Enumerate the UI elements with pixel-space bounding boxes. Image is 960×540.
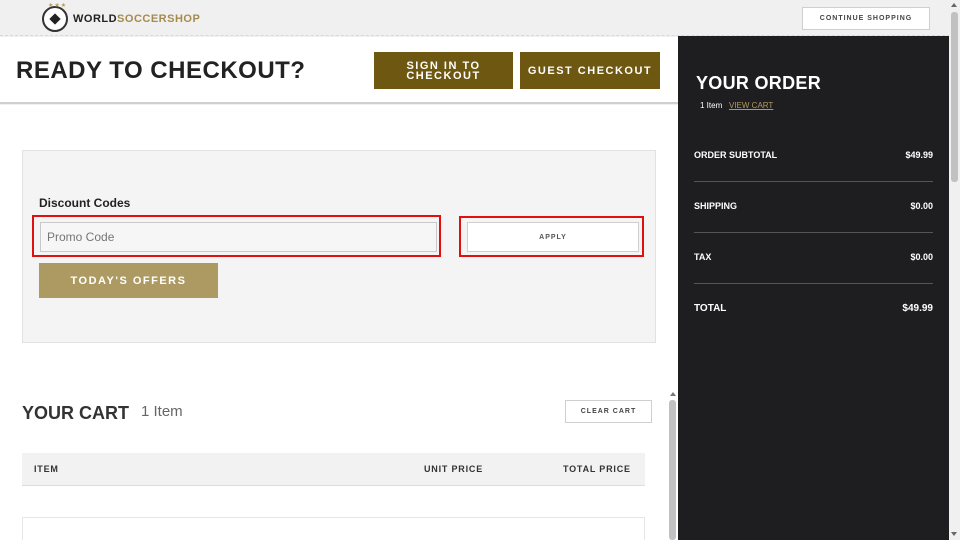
- view-cart-link[interactable]: VIEW CART: [729, 101, 773, 110]
- main-scrollbar[interactable]: [669, 400, 676, 540]
- page-title: READY TO CHECKOUT?: [16, 57, 306, 84]
- column-item: ITEM: [34, 464, 59, 474]
- apply-button[interactable]: APPLY: [467, 222, 639, 252]
- total-value: $49.99: [902, 303, 933, 314]
- site-logo[interactable]: ★★★ WORLDSOCCERSHOP: [42, 3, 200, 32]
- checkout-page: ★★★ WORLDSOCCERSHOP CONTINUE SHOPPING RE…: [0, 0, 960, 540]
- total-label: TOTAL: [694, 303, 727, 314]
- sign-in-label: SIGN IN TO CHECKOUT: [406, 59, 481, 82]
- tax-value: $0.00: [910, 252, 933, 262]
- scroll-down-arrow-icon[interactable]: [951, 532, 957, 536]
- scrollbar-thumb[interactable]: [951, 12, 958, 182]
- column-unit-price: UNIT PRICE: [424, 464, 484, 474]
- stars-icon: ★★★: [48, 3, 68, 9]
- tax-label: TAX: [694, 252, 712, 262]
- order-subtotal-value: $49.99: [905, 150, 933, 160]
- checkout-header: READY TO CHECKOUT? SIGN IN TO CHECKOUT G…: [0, 37, 678, 104]
- page-scrollbar[interactable]: [949, 0, 960, 540]
- shipping-label: SHIPPING: [694, 201, 738, 211]
- promo-code-input[interactable]: [40, 222, 437, 252]
- cart-item-count: 1 Item: [141, 403, 183, 420]
- scroll-up-arrow-icon[interactable]: [951, 3, 957, 7]
- divider: [694, 181, 933, 182]
- scroll-up-arrow-icon[interactable]: [670, 392, 676, 396]
- sign-in-to-checkout-button[interactable]: SIGN IN TO CHECKOUT: [374, 52, 513, 89]
- cart-item-row: [22, 517, 645, 540]
- top-bar: ★★★ WORLDSOCCERSHOP CONTINUE SHOPPING: [0, 0, 960, 36]
- discount-codes-panel: Discount Codes APPLY TODAY'S OFFERS: [22, 150, 656, 343]
- clear-cart-button[interactable]: CLEAR CART: [565, 400, 652, 423]
- divider: [694, 283, 933, 284]
- soccer-ball-icon: ★★★: [42, 3, 68, 32]
- column-total-price: TOTAL PRICE: [563, 464, 631, 474]
- todays-offers-button[interactable]: TODAY'S OFFERS: [39, 263, 218, 298]
- apply-button-highlight: APPLY: [459, 216, 644, 257]
- order-summary-panel: YOUR ORDER 1 Item VIEW CART ORDER SUBTOT…: [678, 36, 949, 540]
- promo-code-highlight: [32, 215, 441, 257]
- guest-checkout-button[interactable]: GUEST CHECKOUT: [520, 52, 660, 89]
- logo-text-accent: SOCCERSHOP: [117, 13, 201, 25]
- divider: [694, 232, 933, 233]
- discount-codes-label: Discount Codes: [39, 196, 131, 210]
- cart-table-header: ITEM UNIT PRICE TOTAL PRICE: [22, 453, 645, 486]
- cart-title: YOUR CART: [22, 403, 129, 423]
- logo-text-primary: WORLD: [73, 13, 118, 25]
- order-title: YOUR ORDER: [696, 73, 822, 93]
- order-subtotal-label: ORDER SUBTOTAL: [694, 150, 778, 160]
- main-content: Discount Codes APPLY TODAY'S OFFERS YOUR…: [0, 105, 678, 540]
- order-item-count: 1 Item: [700, 101, 723, 110]
- shipping-value: $0.00: [910, 201, 933, 211]
- logo-text: WORLDSOCCERSHOP: [73, 13, 200, 25]
- continue-shopping-button[interactable]: CONTINUE SHOPPING: [802, 7, 930, 30]
